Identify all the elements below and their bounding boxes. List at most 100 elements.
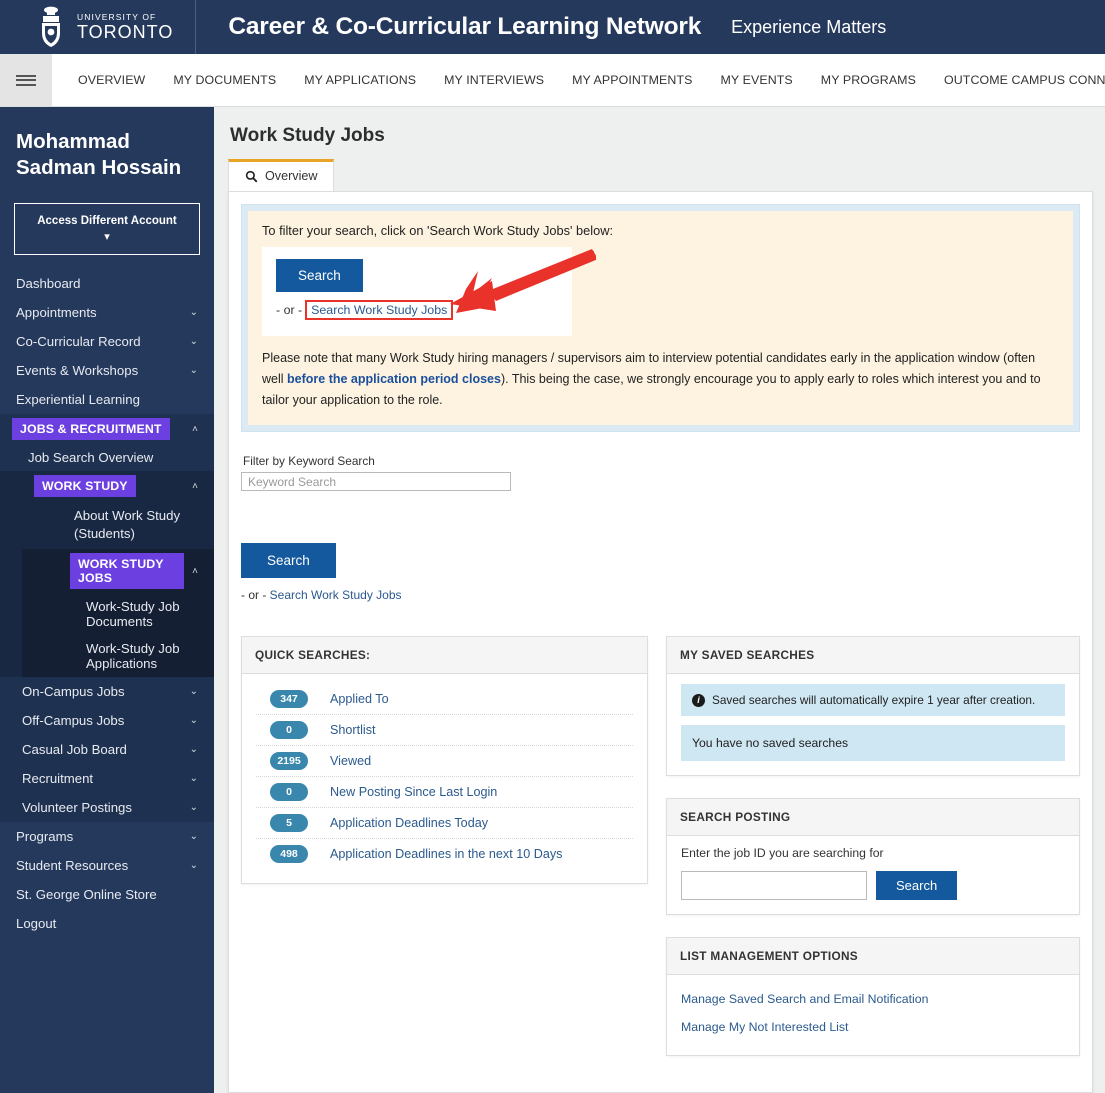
notice-banner: To filter your search, click on 'Search … [241, 204, 1080, 432]
sidebar-item-appointments[interactable]: Appointments ⌄ [0, 298, 214, 327]
job-id-search-button[interactable]: Search [876, 871, 958, 900]
nav-item-my-applications[interactable]: MY APPLICATIONS [290, 54, 430, 107]
sidebar-item-logout[interactable]: Logout [0, 909, 214, 938]
keyword-search-input[interactable] [241, 472, 511, 491]
search-work-study-jobs-link-highlighted[interactable]: Search Work Study Jobs [305, 300, 454, 320]
sidebar-label: Casual Job Board [22, 742, 127, 757]
job-id-input[interactable] [681, 871, 867, 900]
sidebar-label: Student Resources [16, 858, 129, 873]
hamburger-line [16, 83, 36, 86]
list-item[interactable]: 0 New Posting Since Last Login [256, 777, 633, 808]
sidebar-item-work-study-jobs[interactable]: WORK STUDY JOBS ˄ [58, 549, 214, 593]
sidebar-item-programs[interactable]: Programs ⌄ [0, 822, 214, 851]
sidebar-item-dashboard[interactable]: Dashboard [0, 269, 214, 298]
logo-line2: TORONTO [77, 22, 174, 43]
university-logo[interactable]: UNIVERSITY OF TORONTO [0, 6, 195, 48]
or-text: - or - [241, 588, 270, 602]
chevron-up-icon: ˄ [192, 565, 198, 577]
notice-inner: To filter your search, click on 'Search … [248, 211, 1073, 425]
sidebar-item-work-study[interactable]: WORK STUDY ˄ [22, 471, 214, 501]
chevron-up-icon: ˄ [192, 480, 198, 492]
quick-search-label[interactable]: Viewed [330, 754, 371, 768]
list-item[interactable]: 347 Applied To [256, 684, 633, 715]
count-badge: 5 [270, 814, 308, 832]
sidebar-item-student-resources[interactable]: Student Resources ⌄ [0, 851, 214, 880]
nav-item-my-programs[interactable]: MY PROGRAMS [807, 54, 930, 107]
sidebar-label: Co-Curricular Record [16, 334, 141, 349]
sidebar-label: On-Campus Jobs [22, 684, 125, 699]
sidebar-item-work-study-job-documents[interactable]: Work-Study Job Documents [58, 593, 214, 635]
sidebar-item-st-george-online-store[interactable]: St. George Online Store [0, 880, 214, 909]
quick-searches-list: 347 Applied To 0 Shortlist 2195 Viewed 0… [242, 674, 647, 883]
list-item[interactable]: 2195 Viewed [256, 746, 633, 777]
hamburger-line [16, 79, 36, 81]
top-navigation: OVERVIEW MY DOCUMENTS MY APPLICATIONS MY… [0, 54, 1105, 107]
search-action-row: Search - or - Search Work Study Jobs [241, 543, 1080, 602]
search-work-study-jobs-link[interactable]: Search Work Study Jobs [270, 588, 402, 602]
hamburger-line [16, 74, 36, 77]
manage-saved-search-link[interactable]: Manage Saved Search and Email Notificati… [681, 985, 1065, 1013]
tab-label: Overview [265, 169, 318, 183]
manage-not-interested-link[interactable]: Manage My Not Interested List [681, 1013, 1065, 1041]
chevron-down-icon: ⌄ [189, 860, 198, 871]
nav-item-my-documents[interactable]: MY DOCUMENTS [159, 54, 290, 107]
logo-line1: UNIVERSITY OF [77, 11, 157, 22]
sidebar-item-events-workshops[interactable]: Events & Workshops ⌄ [0, 356, 214, 385]
overview-panel: To filter your search, click on 'Search … [228, 191, 1093, 1093]
nav-item-my-interviews[interactable]: MY INTERVIEWS [430, 54, 558, 107]
sidebar-label: Dashboard [16, 276, 81, 291]
quick-search-label[interactable]: Applied To [330, 692, 389, 706]
chevron-down-icon: ⌄ [189, 744, 198, 755]
tab-overview[interactable]: Overview [228, 159, 335, 191]
quick-searches-panel: QUICK SEARCHES: 347 Applied To 0 Shortli… [241, 636, 648, 884]
sidebar-item-work-study-job-applications[interactable]: Work-Study Job Applications [58, 635, 214, 677]
list-item[interactable]: 5 Application Deadlines Today [256, 808, 633, 839]
sidebar-item-job-search-overview[interactable]: Job Search Overview [0, 444, 214, 471]
sidebar-item-about-work-study[interactable]: About Work Study (Students) [22, 501, 214, 549]
search-button[interactable]: Search [241, 543, 336, 578]
saved-searches-empty: You have no saved searches [681, 725, 1065, 761]
hamburger-icon[interactable] [0, 54, 52, 106]
sidebar-item-volunteer-postings[interactable]: Volunteer Postings ⌄ [0, 793, 214, 822]
count-badge: 498 [270, 845, 308, 863]
notice-example-box: Search - or - Search Work Study Jobs [262, 247, 572, 336]
sidebar-item-co-curricular-record[interactable]: Co-Curricular Record ⌄ [0, 327, 214, 356]
chevron-down-icon: ⌄ [189, 831, 198, 842]
job-id-row: Search [681, 871, 1065, 900]
sidebar-item-jobs-recruitment[interactable]: JOBS & RECRUITMENT ˄ [0, 414, 214, 444]
nav-item-my-appointments[interactable]: MY APPOINTMENTS [558, 54, 706, 107]
list-item[interactable]: 498 Application Deadlines in the next 10… [256, 839, 633, 869]
brand-header: UNIVERSITY OF TORONTO Career & Co-Curric… [0, 0, 1105, 54]
search-posting-body: Enter the job ID you are searching for S… [667, 836, 1079, 914]
nav-item-my-events[interactable]: MY EVENTS [707, 54, 807, 107]
nav-item-overview[interactable]: OVERVIEW [64, 54, 159, 107]
quick-search-label[interactable]: Application Deadlines Today [330, 816, 488, 830]
sidebar-item-experiential-learning[interactable]: Experiential Learning [0, 385, 214, 414]
chevron-down-icon: ⌄ [189, 802, 198, 813]
sidebar-label: Off-Campus Jobs [22, 713, 125, 728]
count-badge: 0 [270, 721, 308, 739]
quick-search-label[interactable]: New Posting Since Last Login [330, 785, 497, 799]
nav-item-outcome-campus-connect[interactable]: OUTCOME CAMPUS CONNECT [930, 54, 1105, 107]
sidebar-group-work-study-jobs: WORK STUDY JOBS ˄ Work-Study Job Documen… [22, 549, 214, 677]
sidebar-item-on-campus-jobs[interactable]: On-Campus Jobs ⌄ [0, 677, 214, 706]
example-or-row: - or - Search Work Study Jobs [276, 300, 558, 320]
sidebar-item-casual-job-board[interactable]: Casual Job Board ⌄ [0, 735, 214, 764]
sidebar-item-off-campus-jobs[interactable]: Off-Campus Jobs ⌄ [0, 706, 214, 735]
sidebar-label-active: JOBS & RECRUITMENT [12, 418, 170, 440]
info-icon: i [692, 693, 705, 707]
notice-body-link[interactable]: before the application period closes [287, 372, 501, 386]
quick-search-label[interactable]: Shortlist [330, 723, 376, 737]
quick-search-label[interactable]: Application Deadlines in the next 10 Day… [330, 847, 562, 861]
sidebar-item-recruitment[interactable]: Recruitment ⌄ [0, 764, 214, 793]
list-management-body: Manage Saved Search and Email Notificati… [667, 975, 1079, 1055]
notice-lead-text: To filter your search, click on 'Search … [262, 223, 614, 238]
chevron-down-icon: ⌄ [189, 686, 198, 697]
count-badge: 2195 [270, 752, 308, 770]
notice-body-text: Please note that many Work Study hiring … [262, 348, 1059, 411]
list-item[interactable]: 0 Shortlist [256, 715, 633, 746]
example-search-button[interactable]: Search [276, 259, 363, 292]
sidebar-label: Programs [16, 829, 74, 844]
sidebar-label-active: WORK STUDY JOBS [70, 553, 185, 589]
access-different-account-button[interactable]: Access Different Account ▾ [14, 203, 200, 255]
